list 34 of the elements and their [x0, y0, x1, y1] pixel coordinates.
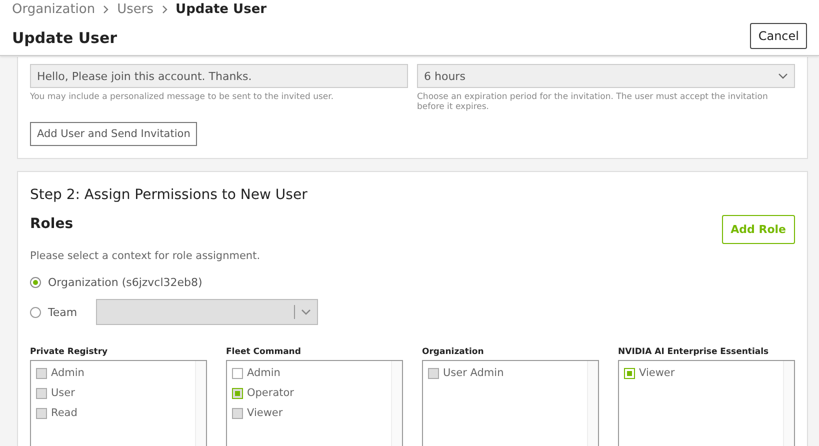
cancel-button[interactable]: Cancel [750, 23, 807, 49]
help-text: Choose an expiration period for the invitation. The user must accept the invitation before it expires. [417, 92, 769, 112]
send-invitation-button[interactable]: Add User and Send Invitation [30, 122, 198, 146]
radio-button[interactable] [30, 277, 41, 288]
radio-label[interactable]: Team [48, 306, 78, 318]
chevron-icon [162, 5, 168, 14]
chevron-down-icon [301, 309, 312, 315]
checkbox-label[interactable]: Viewer [639, 367, 675, 379]
expiry-dropdown[interactable]: 6 hours [417, 64, 795, 88]
page-title: Update User [12, 29, 118, 47]
breadcrumb-item: Update User [176, 2, 267, 17]
roles-heading: Roles [30, 216, 74, 232]
scrollbar[interactable] [783, 361, 794, 446]
radio-button[interactable] [30, 306, 41, 318]
breadcrumb-item[interactable]: Organization [12, 2, 96, 17]
role-group-title: Private Registry [30, 347, 109, 357]
scrollbar[interactable] [391, 361, 402, 446]
chevron-icon [103, 5, 110, 14]
scrollbar[interactable] [195, 361, 206, 446]
hint-text: Please select a context for role assignment. [30, 250, 260, 262]
help-text: You may include a personalized message to be sent to the invited user. [30, 92, 335, 102]
checkbox[interactable] [624, 368, 635, 378]
checkbox-label[interactable]: Admin [247, 367, 280, 379]
radio-label[interactable]: Organization (s6jzvcl32eb8) [48, 276, 202, 289]
checkbox[interactable] [232, 368, 243, 378]
role-group-title: NVIDIA AI Enterprise Essentials [618, 347, 770, 357]
role-group-title: Organization [422, 347, 485, 357]
scrollbar[interactable] [587, 361, 598, 446]
role-group-title: Fleet Command [226, 347, 302, 357]
section-title: Step 2: Assign Permissions to New User [30, 187, 308, 203]
team-dropdown[interactable] [96, 299, 318, 325]
chevron-down-icon [778, 73, 788, 79]
breadcrumb-item[interactable]: Users [117, 2, 154, 17]
message-field[interactable]: Hello, Please join this account. Thanks. [30, 64, 408, 88]
